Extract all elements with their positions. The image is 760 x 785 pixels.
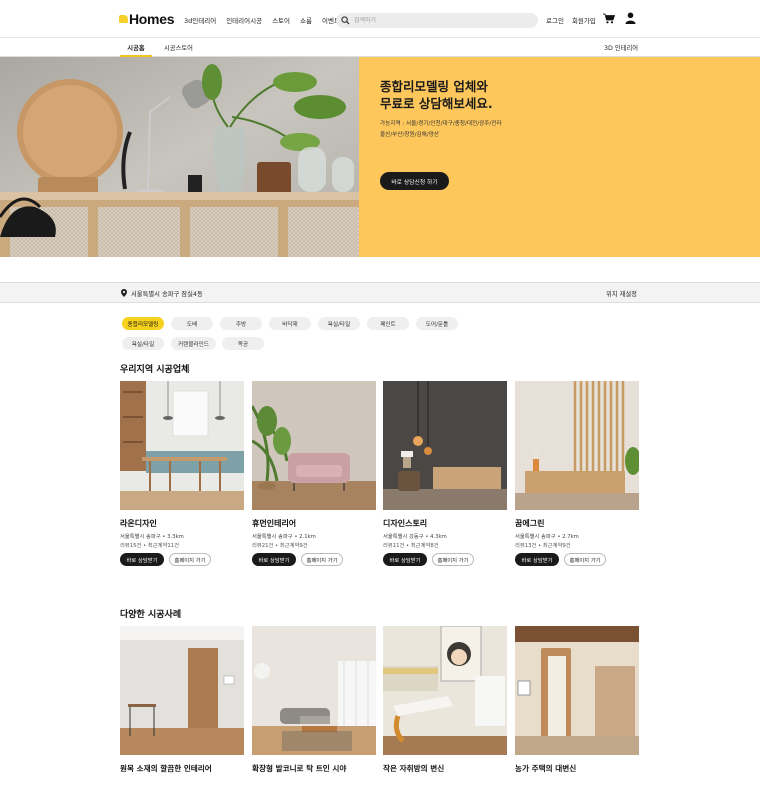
logo-mark-icon [119,15,128,23]
hero-title: 종합리모델링 업체와 무료로 상담해보세요. [380,78,580,112]
homes-logo[interactable]: Homes [119,11,174,27]
company-card: 꿈에그린 서울특별시 송파구 • 2.7km 리뷰13건 • 최근계약9건 바로… [515,381,639,571]
company-name[interactable]: 디자인스토리 [383,518,427,529]
case-photo[interactable] [515,626,639,755]
chip-bath-tile-2[interactable]: 욕실/타일 [122,337,164,350]
tab-construction-home[interactable]: 시공홈 [120,43,152,57]
company-card: 디자인스토리 서울특별시 강동구 • 4.3km 리뷰11건 • 최근계약8건 … [383,381,507,571]
search-icon [341,16,350,25]
local-companies-title: 우리지역 시공업체 [120,365,190,375]
case-photo[interactable] [383,626,507,755]
consult-button[interactable]: 바로 상담받기 [515,553,559,566]
company-stats: 리뷰11건 • 최근계약8건 [383,543,439,549]
cases-section-title: 다양한 시공사례 [120,610,182,620]
location-pin-icon [121,289,127,297]
company-name[interactable]: 휴먼인테리어 [252,518,296,529]
case-card[interactable]: 원목 소재의 깔끔한 인테리어 [120,626,244,776]
case-photo[interactable] [252,626,376,755]
company-card: 라온디자인 서울특별시 송파구 • 3.3km 리뷰15건 • 최근계약11건 … [120,381,244,571]
company-card: 휴먼인테리어 서울특별시 송파구 • 2.1km 리뷰21건 • 최근계약9건 … [252,381,376,571]
main-nav: 3d인테리어 인테리어시공 스토어 쇼룸 이벤트 [184,15,340,25]
login-link[interactable]: 로그인 [546,15,564,25]
hero-title-line1: 종합리모델링 업체와 [380,79,488,94]
current-location: 서울특별시 송파구 잠실4동 [131,291,203,298]
company-photo[interactable] [120,381,244,510]
sub-navigation: 시공홈 시공스토어 3D 인테리어 [0,38,760,57]
company-stats: 리뷰21건 • 최근계약9건 [252,543,308,549]
nav-store[interactable]: 스토어 [272,15,290,25]
chip-door-frame[interactable]: 도어/문틀 [416,317,458,330]
chip-wallpaper[interactable]: 도배 [171,317,213,330]
chip-kitchen[interactable]: 주방 [220,317,262,330]
cart-icon[interactable] [603,13,615,24]
company-address: 서울특별시 송파구 • 2.1km [252,534,316,540]
homepage-button[interactable]: 홈페이지 가기 [169,553,211,566]
case-title: 원목 소재의 깔끔한 인테리어 [120,764,212,773]
service-areas: 가능지역 : 서울/경기/인천/대구/충청/대전/광주/전라 울산/부산/창원/… [380,119,530,141]
nav-interior-construction[interactable]: 인테리어시공 [226,15,262,25]
nav-3d-interior[interactable]: 3d인테리어 [184,15,216,25]
consult-request-button[interactable]: 바로 상담신청 하기 [380,172,449,190]
user-links: 로그인 회원가입 [546,15,596,25]
consult-button[interactable]: 바로 상담받기 [383,553,427,566]
company-photo[interactable] [515,381,639,510]
consult-button[interactable]: 바로 상담받기 [252,553,296,566]
company-photo[interactable] [252,381,376,510]
top-header: Homes 3d인테리어 인테리어시공 스토어 쇼룸 이벤트 로그인 회원가입 [0,0,760,38]
case-title: 작은 자취방의 변신 [383,764,445,773]
tab-construction-store[interactable]: 시공스토어 [164,43,193,52]
company-address: 서울특별시 송파구 • 3.3km [120,534,184,540]
company-name[interactable]: 라온디자인 [120,518,157,529]
search-input[interactable] [354,17,524,24]
chip-bath-tile[interactable]: 욕실/타일 [318,317,360,330]
case-card[interactable]: 농가 주택의 대변신 [515,626,639,776]
service-areas-line2: 울산/부산/창원/김해/양산 [380,132,440,138]
chip-flooring[interactable]: 바닥재 [269,317,311,330]
company-address: 서울특별시 송파구 • 2.7km [515,534,579,540]
service-areas-line1: 가능지역 : 서울/경기/인천/대구/충청/대전/광주/전라 [380,121,502,127]
nav-showroom[interactable]: 쇼룸 [300,15,312,25]
case-card[interactable]: 확장형 발코니로 탁 트인 시야 [252,626,376,776]
tab-3d-interior[interactable]: 3D 인테리어 [604,43,638,52]
case-card[interactable]: 작은 자취방의 변신 [383,626,507,776]
company-photo[interactable] [383,381,507,510]
hero-banner: 종합리모델링 업체와 무료로 상담해보세요. 가능지역 : 서울/경기/인천/대… [359,57,760,257]
case-title: 농가 주택의 대변신 [515,764,577,773]
chip-paint[interactable]: 페인트 [367,317,409,330]
search-bar[interactable] [336,13,538,28]
location-bar: 서울특별시 송파구 잠실4동 위치 재설정 [0,282,760,303]
case-title: 확장형 발코니로 탁 트인 시야 [252,764,347,773]
company-stats: 리뷰15건 • 최근계약11건 [120,543,179,549]
logo-text: Homes [129,11,175,27]
chip-remodeling[interactable]: 종합리모델링 [122,317,164,330]
consult-button[interactable]: 바로 상담받기 [120,553,164,566]
homepage-button[interactable]: 홈페이지 가기 [432,553,474,566]
hero-title-line2: 무료로 상담해보세요. [380,96,493,111]
chip-carpentry[interactable]: 목공 [222,337,264,350]
reset-location-button[interactable]: 위치 재설정 [606,289,637,298]
hero-image [0,57,359,257]
homepage-button[interactable]: 홈페이지 가기 [301,553,343,566]
company-name[interactable]: 꿈에그린 [515,518,544,529]
company-stats: 리뷰13건 • 최근계약9건 [515,543,571,549]
homepage-button[interactable]: 홈페이지 가기 [564,553,606,566]
user-icon[interactable] [625,12,636,24]
case-photo[interactable] [120,626,244,755]
company-address: 서울특별시 강동구 • 4.3km [383,534,447,540]
chip-curtain-blind[interactable]: 커텐블라인드 [171,337,216,350]
signup-link[interactable]: 회원가입 [572,15,596,25]
